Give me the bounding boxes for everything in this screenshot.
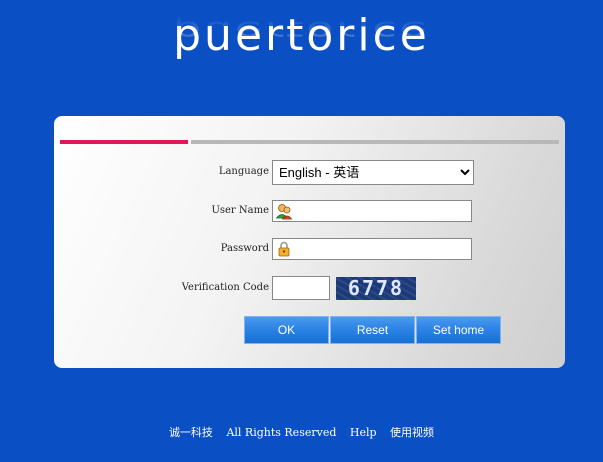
username-input[interactable] [293, 202, 471, 220]
user-icon [275, 202, 293, 220]
password-row: Password [54, 236, 565, 262]
lock-icon [275, 240, 293, 258]
verification-row: Verification Code 6778 [54, 275, 565, 301]
footer-help-link[interactable]: Help [350, 426, 377, 439]
reset-button[interactable]: Reset [330, 316, 415, 344]
verification-input[interactable] [272, 276, 330, 300]
password-field [272, 238, 472, 260]
password-input[interactable] [293, 240, 471, 258]
language-select[interactable]: English - 英语 [272, 159, 474, 185]
set-home-button[interactable]: Set home [416, 316, 501, 344]
language-row: Language English - 英语 [54, 159, 565, 185]
password-input-box[interactable] [272, 238, 472, 260]
logo-reflection: puertorice [173, 15, 430, 46]
username-input-box[interactable] [272, 200, 472, 222]
footer: 诚一科技 All Rights Reserved Help 使用视频 [0, 424, 603, 440]
language-label: Language [218, 166, 269, 177]
accent-bar [60, 140, 188, 144]
verification-label: Verification Code [181, 282, 269, 293]
divider-bar [191, 140, 559, 144]
language-field: English - 英语 [272, 159, 474, 185]
username-field [272, 200, 472, 222]
ok-button[interactable]: OK [244, 316, 329, 344]
username-label: User Name [211, 205, 269, 216]
password-label: Password [220, 243, 269, 254]
verification-field [272, 276, 330, 300]
footer-video-link[interactable]: 使用视频 [390, 426, 434, 439]
footer-rights: All Rights Reserved [226, 426, 337, 439]
username-row: User Name [54, 198, 565, 224]
button-row: OK Reset Set home [244, 316, 502, 344]
login-panel: Language English - 英语 User Name Password… [54, 116, 565, 368]
footer-company: 诚一科技 [168, 426, 213, 439]
captcha-image[interactable]: 6778 [336, 277, 416, 300]
